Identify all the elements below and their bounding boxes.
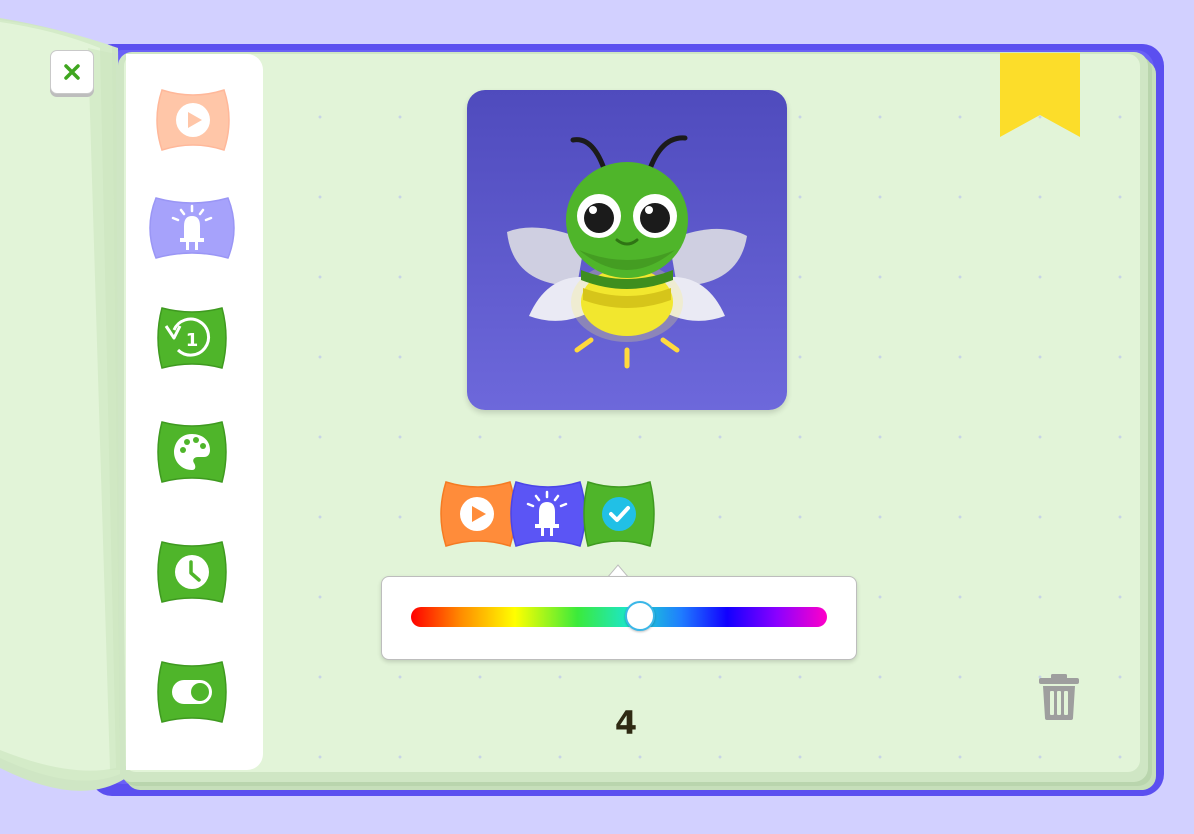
- palette-block-repeat[interactable]: 1: [156, 302, 228, 374]
- palette-block-light[interactable]: [148, 192, 236, 264]
- block-palette: 1: [126, 54, 263, 770]
- beacon-light-icon: [171, 204, 213, 250]
- program-block-play[interactable]: [438, 478, 518, 550]
- color-picker-popup: [381, 576, 857, 660]
- palette-block-toggle[interactable]: [156, 656, 228, 728]
- bookmark[interactable]: [1000, 53, 1080, 137]
- trash-icon[interactable]: [1036, 672, 1082, 722]
- play-icon: [460, 497, 494, 531]
- clock-icon: [175, 555, 209, 589]
- palette-block-play[interactable]: [152, 84, 234, 156]
- palette-block-color[interactable]: [156, 416, 228, 488]
- color-palette-icon: [174, 434, 210, 470]
- close-button[interactable]: [50, 50, 94, 94]
- color-check-icon: [602, 497, 636, 531]
- hue-slider-thumb[interactable]: [624, 601, 655, 631]
- firefly-character: [507, 135, 747, 369]
- palette-block-wait[interactable]: [156, 536, 228, 608]
- play-icon: [176, 103, 210, 137]
- toggle-icon: [172, 680, 212, 704]
- program-block-color[interactable]: [582, 478, 656, 550]
- beacon-light-icon: [526, 490, 568, 536]
- program-block-light[interactable]: [508, 478, 588, 550]
- hue-slider-track[interactable]: [411, 601, 827, 631]
- repeat-count-label: 1: [186, 330, 199, 351]
- left-book-page: [0, 18, 126, 791]
- block-count: 4: [614, 704, 638, 742]
- close-icon: [64, 64, 80, 80]
- repeat-once-icon: 1: [164, 317, 211, 357]
- stage[interactable]: [467, 90, 787, 410]
